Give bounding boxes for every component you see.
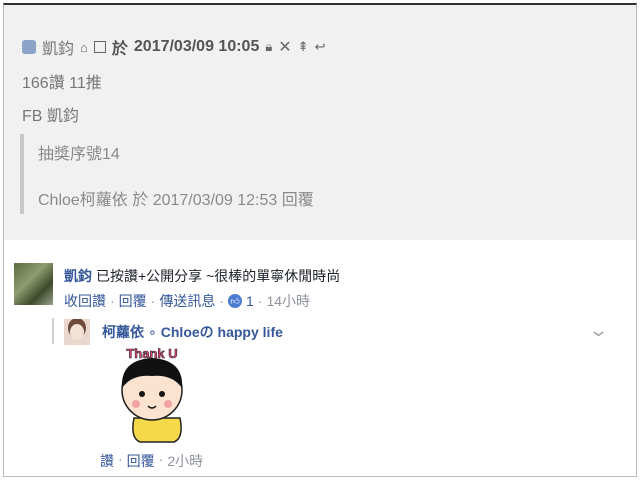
chevron-down-icon[interactable]: ⌄ xyxy=(588,320,609,341)
like-icon[interactable]: 👍︎ xyxy=(228,294,243,308)
in-word: 於 xyxy=(111,41,128,58)
reply-like-link[interactable]: 讚 xyxy=(100,451,114,471)
comment-time[interactable]: 14小時 xyxy=(266,291,310,311)
quote-text: 抽獎序號14 xyxy=(38,146,120,163)
close-icon[interactable]: ✕ xyxy=(278,37,291,57)
reply-link[interactable]: 回覆 xyxy=(119,291,147,311)
comment-text: 已按讚+公開分享 ~很棒的單寧休閒時尚 xyxy=(96,268,341,284)
lock-icon[interactable]: 🔒︎ xyxy=(265,39,272,55)
reply-header: 柯蘿依 ∘ Chloeの happy life xyxy=(102,324,283,340)
reply-time[interactable]: 2小時 xyxy=(167,451,203,471)
pin-icon[interactable]: ⇞ xyxy=(298,39,309,55)
post-author[interactable]: 凱鈞 xyxy=(42,35,74,59)
sticker-text: Thank U xyxy=(126,346,177,361)
post-datetime: 2017/03/09 10:05 xyxy=(133,38,260,55)
reply-author[interactable]: 柯蘿依 xyxy=(102,324,144,340)
reply-reply-link[interactable]: 回覆 xyxy=(127,451,155,471)
reply-avatar[interactable] xyxy=(64,319,90,345)
post-icon xyxy=(22,40,36,54)
quote-bar xyxy=(20,134,24,214)
post-stats: 166讚 11推 xyxy=(22,75,102,92)
comment-avatar[interactable] xyxy=(14,263,53,305)
reply-actions: 讚 · 回覆 · 2小時 xyxy=(100,451,204,471)
quote-reply-meta: Chloe柯蘿依 於 2017/03/09 12:53 回覆 xyxy=(38,192,314,209)
send-message-link[interactable]: 傳送訊息 xyxy=(159,291,215,311)
home-icon[interactable]: ⌂ xyxy=(80,40,88,55)
post-meta: 凱鈞 ⌂ 於 2017/03/09 10:05 🔒︎ ✕ ⇞ ↩ xyxy=(22,35,325,59)
reply-thread-bar xyxy=(52,318,54,344)
comment-body: 凱鈞 已按讚+公開分享 ~很棒的單寧休閒時尚 xyxy=(64,266,340,286)
comment-actions: 收回讚 · 回覆 · 傳送訊息 · 👍︎ 1 · 14小時 xyxy=(64,291,311,311)
box-icon[interactable] xyxy=(93,41,106,53)
like-count[interactable]: 1 xyxy=(246,293,254,309)
post-source: FB 凱鈞 xyxy=(22,108,79,125)
reply-page[interactable]: Chloeの happy life xyxy=(161,324,283,340)
unlike-link[interactable]: 收回讚 xyxy=(64,291,106,311)
reply-arrow-icon[interactable]: ↩ xyxy=(315,39,326,55)
comment-author[interactable]: 凱鈞 xyxy=(64,268,92,284)
thank-u-sticker: Thank U xyxy=(121,346,183,443)
